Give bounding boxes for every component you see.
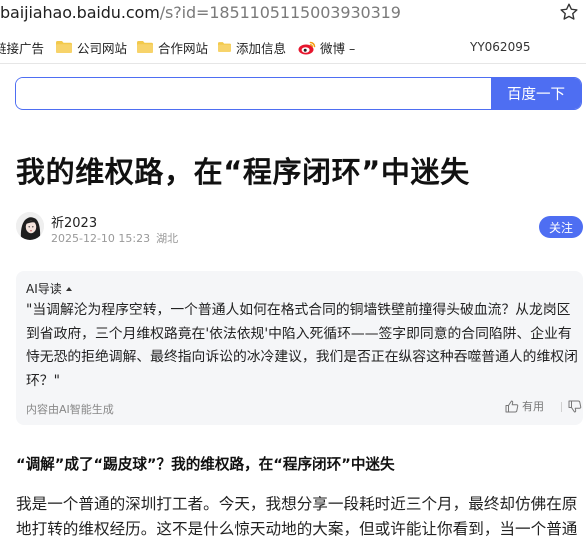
- ai-summary-heading: AI导读: [26, 282, 62, 296]
- avatar-image: [16, 212, 44, 240]
- useful-button[interactable]: 有用: [505, 397, 544, 415]
- folder-icon: [137, 41, 153, 53]
- publish-date: 2025-12-10 15:23: [51, 232, 151, 245]
- divider: [0, 63, 586, 64]
- useful-label: 有用: [522, 400, 544, 413]
- ai-summary-box: AI导读 "当调解沦为程序空转，一个普通人如何在格式合同的铜墙铁壁前撞得头破血流…: [16, 271, 583, 425]
- search-box: 百度一下: [15, 77, 582, 110]
- bookmark-item-ads[interactable]: 链接广告: [0, 38, 44, 56]
- bookmark-label: 链接广告: [0, 40, 45, 56]
- url-path: /s?id=1851105115003930319: [159, 3, 401, 22]
- section-heading: “调解”成了“踢皮球”？我的维权路，在“程序闭环”中迷失: [16, 456, 395, 473]
- bookmark-star-icon[interactable]: [558, 1, 580, 23]
- bookmark-item-weibo[interactable]: 微博 –: [298, 38, 355, 56]
- folder-icon: [218, 42, 231, 52]
- ai-summary-text: "当调解沦为程序空转，一个普通人如何在格式合同的铜墙铁壁前撞得头破血流？从龙岗区…: [26, 302, 578, 389]
- not-useful-button[interactable]: [568, 397, 582, 415]
- collapse-triangle-icon: [65, 286, 72, 291]
- ai-summary-toggle[interactable]: AI导读: [26, 280, 72, 297]
- bookmark-item-add-info[interactable]: 添加信息: [218, 38, 286, 56]
- author-name[interactable]: 祈2023: [51, 212, 97, 231]
- bookmark-label: 合作网站: [158, 40, 209, 56]
- author-avatar[interactable]: [16, 212, 44, 240]
- article-paragraph: 我是一个普通的深圳打工者。今天，我想分享一段耗时近三个月，最终却仿佛在原地打转的…: [16, 495, 578, 538]
- bookmark-item-company[interactable]: 公司网站: [56, 38, 127, 56]
- thumbs-up-icon: [505, 400, 519, 412]
- search-button[interactable]: 百度一下: [491, 78, 581, 109]
- bookmark-item-partner[interactable]: 合作网站: [137, 38, 208, 56]
- bookmark-label: 微博 –: [320, 40, 356, 56]
- url-text[interactable]: baijiahao.baidu.com/s?id=185110511500393…: [0, 3, 401, 22]
- publish-location: 湖北: [156, 232, 179, 245]
- folder-icon: [56, 41, 72, 53]
- weibo-icon: [298, 41, 316, 54]
- thumbs-down-icon: [568, 400, 582, 412]
- feedback-divider: [561, 402, 562, 412]
- follow-button[interactable]: 关注: [539, 216, 583, 238]
- bookmark-user-label[interactable]: YY062095: [470, 40, 530, 54]
- article-title: 我的维权路，在“程序闭环”中迷失: [16, 155, 470, 189]
- bookmarks-bar: 链接广告 公司网站 合作网站 添加信息 微博 – YY062095: [0, 30, 586, 62]
- article-meta: 2025-12-10 15:23 湖北: [51, 230, 178, 246]
- bookmark-label: 公司网站: [77, 40, 128, 56]
- search-input[interactable]: [16, 78, 493, 108]
- url-host: baijiahao.baidu.com: [0, 3, 160, 22]
- address-bar[interactable]: baijiahao.baidu.com/s?id=185110511500393…: [0, 0, 586, 26]
- bookmark-label: 添加信息: [235, 40, 286, 56]
- ai-generated-note: 内容由AI智能生成: [26, 403, 114, 416]
